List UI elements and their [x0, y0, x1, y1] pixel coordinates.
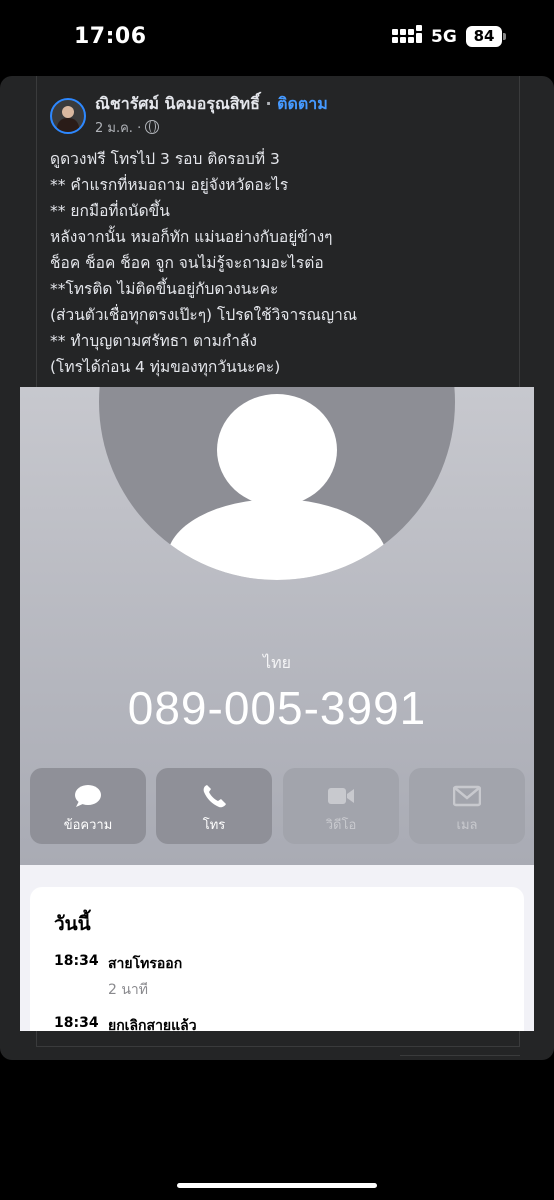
post-line: ** คำแรกที่หมอถาม อยู่จังหวัดอะไร — [50, 176, 289, 194]
call-history-area: วันนี้ 18:34 สายโทรออก 2 นาที 18:34 ยกเล… — [20, 865, 534, 1031]
history-heading: วันนี้ — [54, 913, 91, 935]
battery-icon: 84 — [466, 26, 502, 47]
mail-label: เมล — [456, 818, 478, 833]
status-time: 17:06 — [74, 24, 147, 49]
next-post-edge — [400, 1055, 520, 1060]
post-line: ** ทำบุญตามศรัทธา ตามกำลัง — [50, 332, 257, 350]
post-line: (โทรได้ก่อน 4 ทุ่มของทุกวันนะคะ) — [50, 358, 281, 376]
video-label: วิดีโอ — [325, 818, 357, 833]
post-line: ดูดวงฟรี โทรไป 3 รอบ ติดรอบที่ 3 — [50, 150, 280, 168]
message-bubble-icon — [75, 785, 101, 807]
person-body-icon — [167, 499, 387, 580]
mail-button[interactable]: เมล — [409, 768, 525, 844]
contact-avatar — [99, 387, 455, 580]
post-meta: 2 ม.ค. · — [95, 117, 160, 138]
signal-bars-icon — [392, 25, 422, 47]
video-button[interactable]: วิดีโอ — [283, 768, 399, 844]
network-label: 5G — [431, 27, 457, 47]
post-line: ** ยกมือที่ถนัดขึ้น — [50, 202, 170, 220]
post-image[interactable]: ไทย 089-005-3991 ข้อความ โทร วิดีโอ เมล … — [20, 387, 534, 1031]
post-line: หลังจากนั้น หมอก็ทัก แม่นอย่างกับอยู่ข้า… — [50, 228, 333, 246]
person-head-icon — [217, 394, 337, 506]
call-type: สายโทรออก — [108, 956, 183, 972]
post-line: (ส่วนตัวเชื่อทุกตรงเป๊ะๆ) โปรดใช้วิจารณญ… — [50, 306, 358, 324]
call-history-card: วันนี้ 18:34 สายโทรออก 2 นาที 18:34 ยกเล… — [30, 887, 524, 1031]
phone-icon — [203, 785, 226, 808]
separator: · — [265, 94, 272, 113]
call-duration: 2 นาที — [108, 982, 149, 998]
author-row: ณิชารัศม์ นิคมอรุณสิทธิ์ · ติดตาม — [95, 92, 328, 117]
post-line: ช็อค ช็อค ช็อค จูก จนไม่รู้จะถามอะไรต่อ — [50, 254, 324, 272]
contact-header: ไทย 089-005-3991 ข้อความ โทร วิดีโอ เมล — [20, 387, 534, 865]
contact-phone-number: 089-005-3991 — [127, 682, 427, 734]
home-indicator[interactable] — [177, 1183, 377, 1188]
call-type: ยกเลิกสายแล้ว — [108, 1018, 197, 1031]
call-time: 18:34 — [54, 953, 99, 969]
author-avatar[interactable] — [50, 98, 86, 134]
author-name[interactable]: ณิชารัศม์ นิคมอรุณสิทธิ์ — [95, 94, 260, 113]
post-line: **โทรติด ไม่ติดขึ้นอยู่กับดวงนะคะ — [50, 280, 279, 298]
date-separator: · — [137, 121, 142, 136]
call-label: โทร — [202, 818, 226, 833]
call-button[interactable]: โทร — [156, 768, 272, 844]
post-text: ดูดวงฟรี โทรไป 3 รอบ ติดรอบที่ 3 ** คำแร… — [50, 146, 510, 380]
contact-country: ไทย — [263, 653, 291, 672]
status-bar: 17:06 5G 84 — [0, 0, 554, 76]
battery-tip — [503, 33, 506, 40]
message-button[interactable]: ข้อความ — [30, 768, 146, 844]
video-icon — [328, 788, 354, 804]
follow-button[interactable]: ติดตาม — [277, 94, 328, 113]
mail-icon — [453, 785, 481, 807]
post-date[interactable]: 2 ม.ค. — [95, 121, 133, 136]
message-label: ข้อความ — [63, 818, 113, 833]
call-time: 18:34 — [54, 1015, 99, 1031]
globe-icon — [145, 120, 160, 134]
